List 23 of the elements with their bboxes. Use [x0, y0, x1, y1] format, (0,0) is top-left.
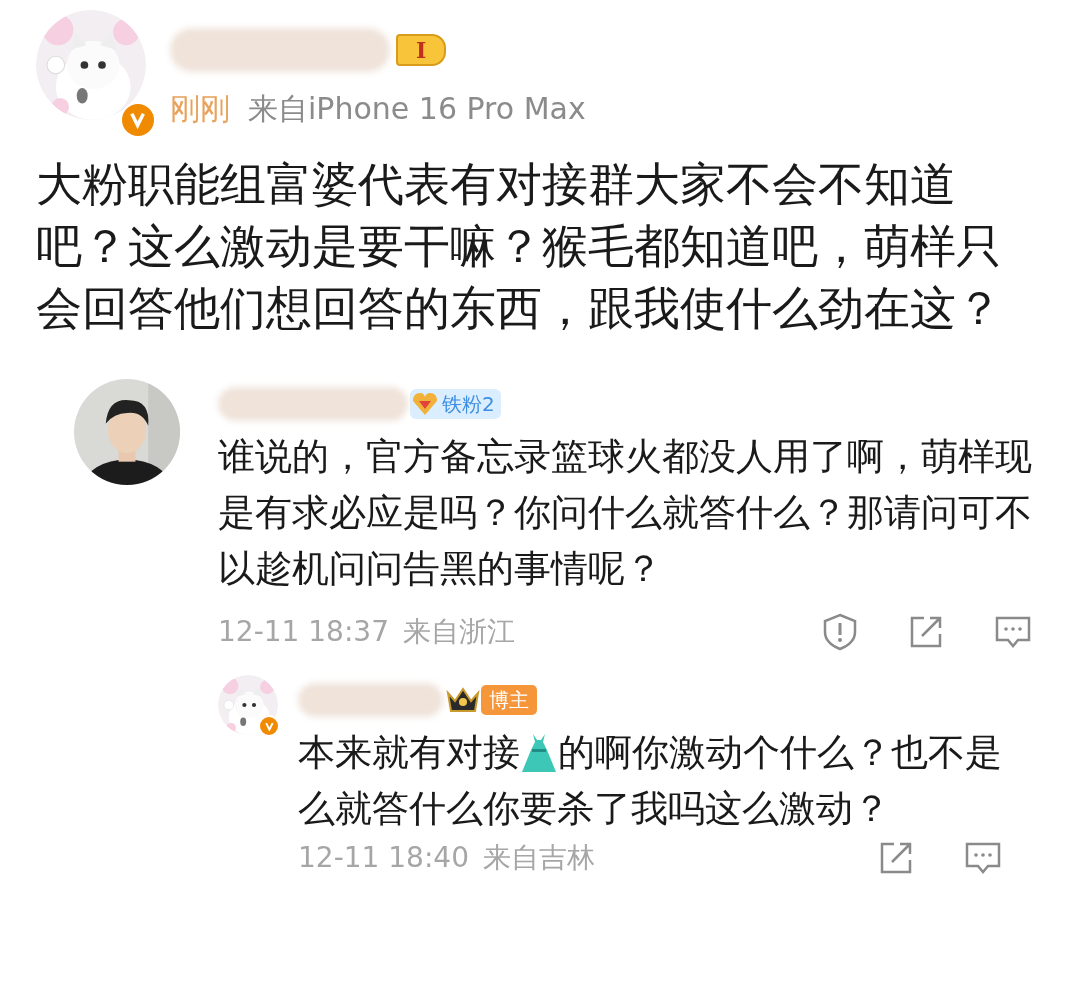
- post-time: 刚刚: [170, 90, 230, 128]
- post-source: 来自iPhone 16 Pro Max: [248, 90, 586, 128]
- comment-location: 来自浙江: [402, 614, 515, 650]
- dress-icon: [520, 732, 558, 774]
- crown-icon: [445, 685, 481, 715]
- share-icon[interactable]: [908, 614, 944, 650]
- comment-text: 是有求必应是吗？你问什么就答什么？那请问可不: [218, 490, 1032, 536]
- fan-badge: 铁粉2: [410, 389, 501, 419]
- comment-icon[interactable]: [994, 614, 1032, 650]
- comment-text: 本来就有对接: [298, 730, 520, 776]
- comment-text: 的啊你激动个什么？也不是: [558, 730, 1002, 776]
- post-text: 大粉职能组富婆代表有对接群大家不会不知道吧？这么激动是要干嘛？猴毛都知道吧，萌样只会回答他们想回答的东西，跟我使什么劲在这？: [36, 156, 1003, 337]
- comment-time: 12-11 18:37: [218, 614, 389, 650]
- author-badge: 博主: [481, 685, 537, 715]
- comment-text: 以趁机问问告黑的事情呢？: [218, 546, 662, 592]
- comment-time: 12-11 18:40: [298, 840, 469, 876]
- comment-icon[interactable]: [964, 840, 1002, 876]
- report-icon[interactable]: [822, 613, 858, 651]
- level-badge: I: [396, 34, 447, 66]
- share-icon[interactable]: [878, 840, 914, 876]
- comment-location: 来自吉林: [482, 840, 595, 876]
- comment-text: 么就答什么你要杀了我吗这么激动？: [298, 786, 890, 832]
- comment-text: 谁说的，官方备忘录篮球火都没人用了啊，萌样现: [218, 434, 1032, 480]
